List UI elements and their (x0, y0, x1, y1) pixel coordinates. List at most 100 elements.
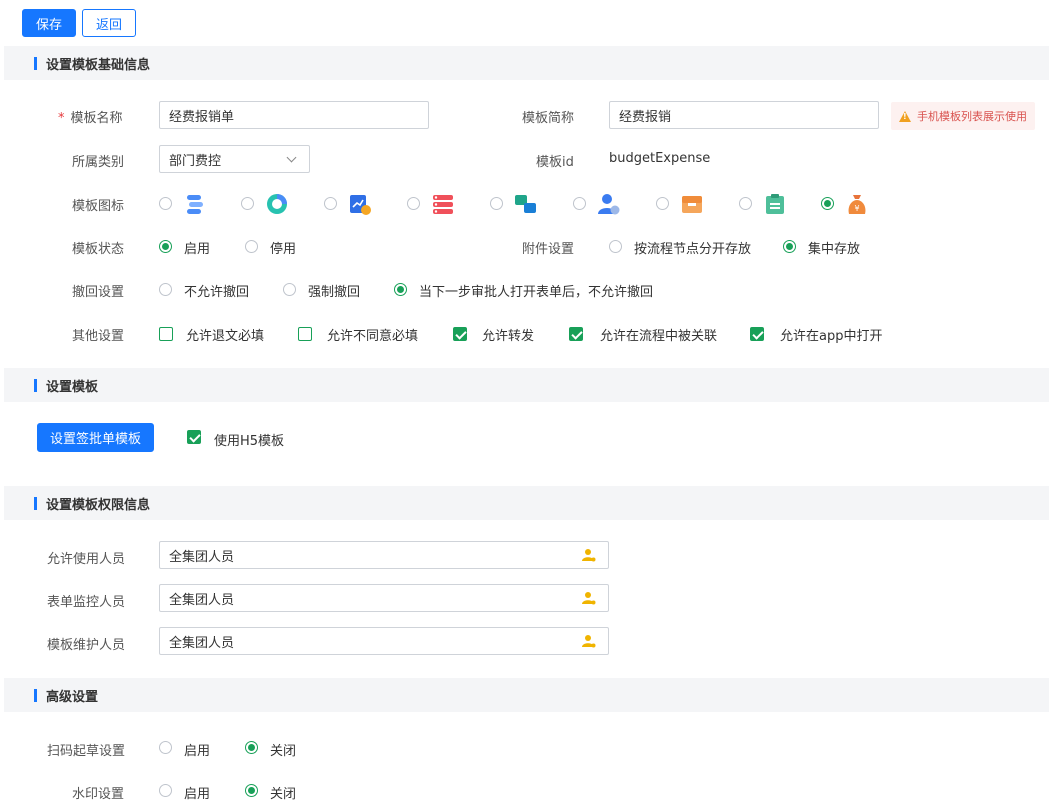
icon-radio-8[interactable] (739, 197, 752, 210)
scan-enable-text: 启用 (184, 744, 211, 759)
watermark-close-radio[interactable] (245, 784, 258, 797)
template-short-name-input[interactable]: 经费报销 (609, 101, 879, 129)
section-permissions-title: 设置模板权限信息 (46, 497, 151, 513)
donut-chart-icon (267, 194, 287, 214)
icon-radio-7[interactable] (656, 197, 669, 210)
withdraw-option-2-radio[interactable] (283, 283, 296, 296)
transfer-icon (515, 195, 536, 213)
icon-label: 模板图标 (72, 199, 125, 214)
svg-text:¥: ¥ (854, 204, 859, 213)
save-button[interactable]: 保存 (22, 9, 76, 37)
person-select-icon[interactable] (582, 634, 596, 648)
status-disable-text: 停用 (270, 242, 297, 257)
attach-label: 附件设置 (522, 242, 575, 257)
monitor-users-value: 全集团人员 (169, 592, 235, 608)
scan-enable-radio[interactable] (159, 741, 172, 754)
allow-users-value: 全集团人员 (169, 549, 235, 565)
inbox-icon (682, 196, 702, 213)
withdraw-option-1-radio[interactable] (159, 283, 172, 296)
monitor-users-label: 表单监控人员 (47, 595, 126, 610)
withdraw-option-3-radio[interactable] (394, 283, 407, 296)
person-select-icon[interactable] (582, 591, 596, 605)
scan-close-text: 关闭 (270, 744, 297, 759)
scan-close-radio[interactable] (245, 741, 258, 754)
watermark-enable-radio[interactable] (159, 784, 172, 797)
watermark-close-text: 关闭 (270, 787, 297, 802)
allow-disagree-required-checkbox[interactable] (298, 327, 312, 341)
maintainer-users-input[interactable]: 全集团人员 (159, 627, 609, 655)
report-chart-icon (350, 195, 371, 215)
person-select-icon[interactable] (582, 548, 596, 562)
section-bar (34, 688, 37, 702)
section-bar (34, 56, 37, 70)
other-label: 其他设置 (72, 329, 125, 344)
warning-text: 手机模板列表展示使用 (917, 110, 1027, 123)
allow-forward-text: 允许转发 (482, 329, 535, 344)
allow-return-required-text: 允许退文必填 (186, 329, 265, 344)
icon-radio-3[interactable] (324, 197, 337, 210)
warning-icon (899, 110, 911, 122)
set-approval-template-button[interactable]: 设置签批单模板 (37, 423, 154, 452)
section-basic-header: 设置模板基础信息 (4, 46, 1049, 80)
mobile-warning-badge: 手机模板列表展示使用 (891, 102, 1035, 130)
name-label: * 模板名称 (58, 107, 123, 126)
attach-central-text: 集中存放 (808, 242, 861, 257)
maintainer-users-value: 全集团人员 (169, 635, 235, 651)
money-bag-icon: ¥ (848, 195, 866, 214)
user-settings-icon (598, 194, 620, 215)
allow-app-open-text: 允许在app中打开 (780, 329, 883, 344)
category-value: 部门费控 (169, 153, 222, 169)
withdraw-option-1-text: 不允许撤回 (184, 285, 250, 300)
status-enable-radio[interactable] (159, 240, 172, 253)
required-mark: * (58, 111, 65, 126)
maintainer-users-label: 模板维护人员 (47, 638, 126, 653)
icon-radio-2[interactable] (241, 197, 254, 210)
attach-by-node-radio[interactable] (609, 240, 622, 253)
category-select[interactable]: 部门费控 (159, 145, 310, 173)
list-stack-icon (433, 195, 453, 214)
withdraw-option-2-text: 强制撤回 (308, 285, 361, 300)
flow-icon (187, 195, 203, 214)
watermark-enable-text: 启用 (184, 787, 211, 802)
section-template-header: 设置模板 (4, 368, 1049, 402)
icon-radio-1[interactable] (159, 197, 172, 210)
withdraw-label: 撤回设置 (72, 285, 125, 300)
status-disable-radio[interactable] (245, 240, 258, 253)
attach-by-node-text: 按流程节点分开存放 (634, 242, 752, 257)
template-name-input[interactable]: 经费报销单 (159, 101, 429, 129)
section-basic-title: 设置模板基础信息 (46, 57, 151, 73)
section-permissions-header: 设置模板权限信息 (4, 486, 1049, 520)
attach-central-radio[interactable] (783, 240, 796, 253)
allow-return-required-checkbox[interactable] (159, 327, 173, 341)
monitor-users-input[interactable]: 全集团人员 (159, 584, 609, 612)
section-advanced-header: 高级设置 (4, 678, 1049, 712)
template-id-label: 模板id (536, 155, 574, 170)
name-label-text: 模板名称 (70, 111, 123, 126)
clipboard-icon (766, 194, 784, 214)
watermark-label: 水印设置 (72, 787, 125, 802)
allow-users-input[interactable]: 全集团人员 (159, 541, 609, 569)
icon-radio-4[interactable] (407, 197, 420, 210)
status-label: 模板状态 (72, 242, 125, 257)
use-h5-checkbox[interactable] (187, 430, 201, 444)
scan-draft-label: 扫码起草设置 (47, 744, 126, 759)
section-template-title: 设置模板 (46, 379, 99, 395)
icon-radio-6[interactable] (573, 197, 586, 210)
section-bar (34, 378, 37, 392)
back-button[interactable]: 返回 (82, 9, 136, 37)
icon-radio-9[interactable] (821, 197, 834, 210)
chevron-down-icon (286, 152, 297, 163)
allow-disagree-required-text: 允许不同意必填 (327, 329, 419, 344)
status-enable-text: 启用 (184, 242, 211, 257)
section-advanced-title: 高级设置 (46, 689, 99, 705)
allow-users-label: 允许使用人员 (47, 552, 126, 567)
allow-forward-checkbox[interactable] (453, 327, 467, 341)
allow-link-text: 允许在流程中被关联 (600, 329, 718, 344)
section-bar (34, 496, 37, 510)
allow-link-checkbox[interactable] (569, 327, 583, 341)
template-id-value: budgetExpense (609, 151, 711, 166)
allow-app-open-checkbox[interactable] (750, 327, 764, 341)
category-label: 所属类别 (72, 155, 125, 170)
use-h5-text: 使用H5模板 (214, 434, 285, 449)
icon-radio-5[interactable] (490, 197, 503, 210)
